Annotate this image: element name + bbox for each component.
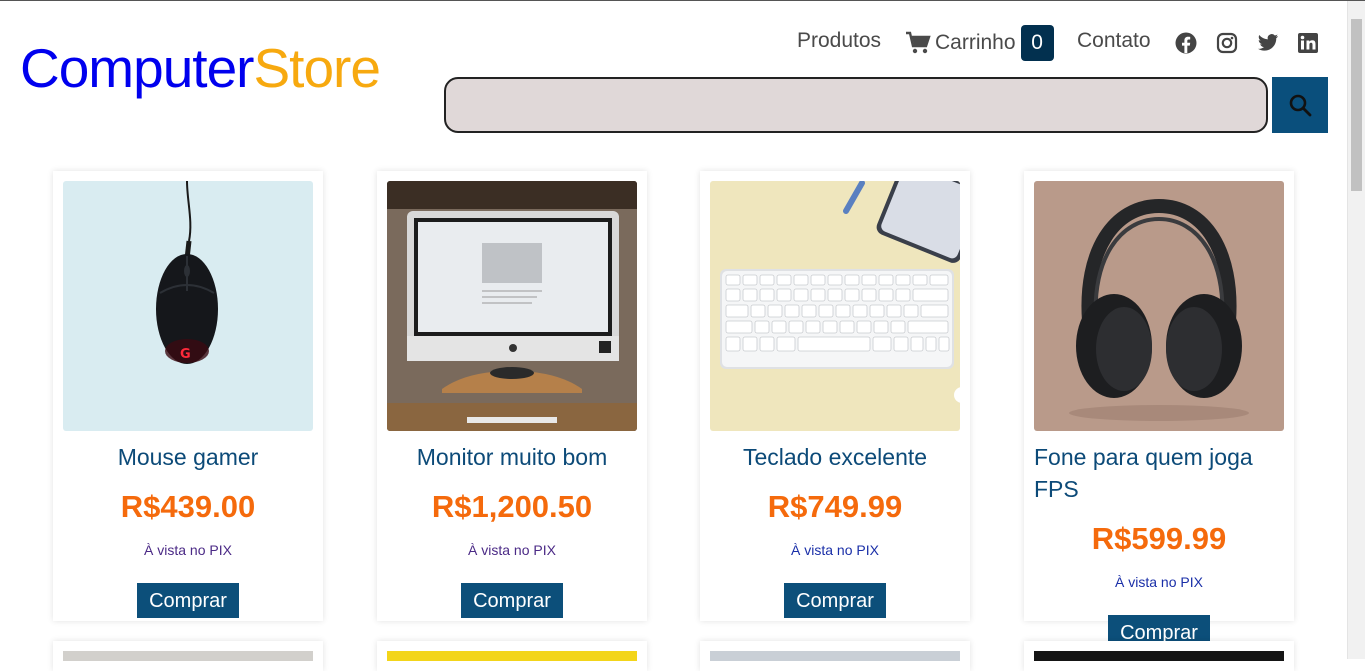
cart-count-badge: 0 [1020, 25, 1054, 61]
product-card: Teclado excelente R$749.99 À vista no PI… [700, 171, 970, 621]
product-image-partial[interactable] [1034, 651, 1284, 661]
twitter-icon[interactable] [1257, 32, 1279, 54]
buy-button[interactable]: Comprar [461, 583, 563, 618]
product-card-partial [700, 641, 970, 671]
nav-contact-link[interactable]: Contato [1077, 29, 1151, 53]
product-name: Teclado excelente [742, 444, 928, 470]
keyboard-picture [720, 181, 960, 403]
product-name: Monitor muito bom [416, 444, 608, 470]
product-price: R$599.99 [1091, 521, 1227, 556]
product-image-partial[interactable] [710, 651, 960, 661]
logo-part-store: Store [253, 37, 380, 99]
product-image-partial[interactable] [387, 651, 637, 661]
payment-note: À vista no PIX [791, 542, 879, 558]
nav-products-link[interactable]: Produtos [797, 29, 881, 53]
search-icon [1289, 94, 1312, 117]
monitor-picture [387, 181, 637, 431]
product-image-headphones[interactable] [1034, 181, 1284, 431]
product-image-partial[interactable] [63, 651, 313, 661]
search-button[interactable] [1272, 77, 1328, 133]
headphones-picture [1069, 198, 1249, 421]
scrollbar-thumb[interactable] [1351, 19, 1362, 191]
logo-part-computer: Computer [20, 37, 254, 99]
product-name: Fone para quem joga FPS [1034, 444, 1253, 502]
buy-button[interactable]: Comprar [784, 583, 886, 618]
product-price: R$1,200.50 [431, 489, 593, 524]
page-scrollbar[interactable] [1347, 1, 1365, 659]
facebook-icon[interactable] [1175, 32, 1197, 54]
search-input[interactable] [444, 77, 1268, 133]
product-card: Monitor muito bom R$1,200.50 À vista no … [377, 171, 647, 621]
mouse-picture: G [156, 181, 218, 364]
logo[interactable]: ComputerStore [20, 41, 381, 96]
product-price: R$749.99 [767, 489, 903, 524]
product-card-partial [377, 641, 647, 671]
linkedin-icon[interactable] [1297, 32, 1319, 54]
product-image-mouse[interactable]: G [63, 181, 313, 431]
product-price: R$439.00 [120, 489, 256, 524]
payment-note: À vista no PIX [1115, 574, 1203, 590]
product-card: G Mouse gamer R$439.00 À vista no PIX Co… [53, 171, 323, 621]
buy-button[interactable]: Comprar [137, 583, 239, 618]
cart-icon [906, 31, 931, 54]
product-card-partial [53, 641, 323, 671]
nav-cart-link[interactable]: Carrinho 0 [905, 25, 1054, 61]
product-image-keyboard[interactable] [710, 181, 960, 431]
product-card-partial [1024, 641, 1294, 671]
product-card: Fone para quem joga FPS R$599.99 À vista… [1024, 171, 1294, 650]
product-image-monitor[interactable] [387, 181, 637, 431]
nav-cart-label: Carrinho [935, 31, 1016, 54]
payment-note: À vista no PIX [468, 542, 556, 558]
svg-text:G: G [180, 347, 191, 362]
instagram-icon[interactable] [1216, 32, 1238, 54]
product-name: Mouse gamer [117, 444, 259, 470]
payment-note: À vista no PIX [144, 542, 232, 558]
